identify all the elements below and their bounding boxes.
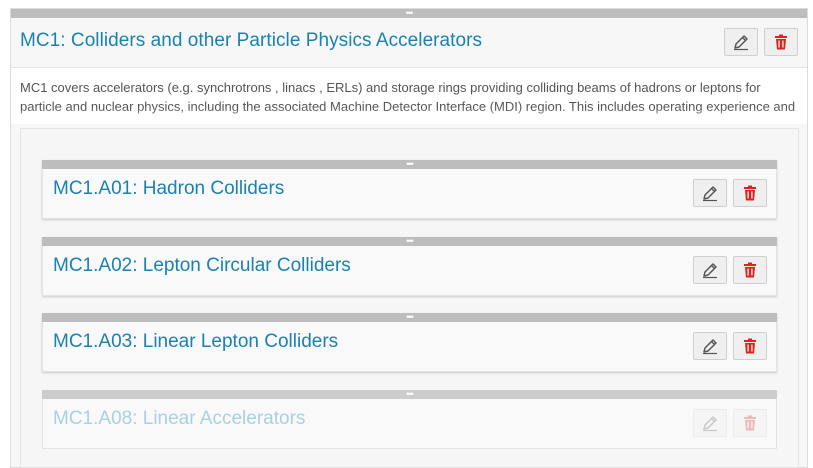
edit-button[interactable] <box>724 28 758 56</box>
edit-button[interactable] <box>693 256 727 284</box>
card-title[interactable]: MC1.A02: Lepton Circular Colliders <box>53 255 351 277</box>
trash-icon <box>775 34 787 50</box>
subsection-card: ••• MC1.A01: Hadron Colliders <box>42 160 777 219</box>
section-panel-mc1: ••• MC1: Colliders and other Particle Ph… <box>10 8 808 468</box>
delete-button[interactable] <box>733 332 767 360</box>
card-header: MC1.A01: Hadron Colliders <box>42 169 777 219</box>
section-description: MC1 covers accelerators (e.g. synchrotro… <box>11 68 807 124</box>
subsection-card-dragging: ••• MC1.A08: Linear Accelerators <box>42 390 777 449</box>
card-title[interactable]: MC1.A03: Linear Lepton Colliders <box>53 331 338 353</box>
trash-icon <box>744 338 756 354</box>
section-header: MC1: Colliders and other Particle Physic… <box>11 18 807 68</box>
delete-button[interactable] <box>733 179 767 207</box>
delete-button[interactable] <box>764 28 798 56</box>
card-header: MC1.A08: Linear Accelerators <box>42 399 777 449</box>
pencil-icon <box>703 186 717 202</box>
card-header: MC1.A02: Lepton Circular Colliders <box>42 246 777 296</box>
delete-button[interactable] <box>733 409 767 437</box>
drag-handle[interactable]: ••• <box>11 9 807 18</box>
drag-handle[interactable]: ••• <box>42 390 777 399</box>
card-title[interactable]: MC1.A01: Hadron Colliders <box>53 178 284 200</box>
trash-icon <box>744 415 756 431</box>
delete-button[interactable] <box>733 256 767 284</box>
edit-button[interactable] <box>693 409 727 437</box>
trash-icon <box>744 185 756 201</box>
card-title[interactable]: MC1.A08: Linear Accelerators <box>53 408 305 430</box>
pencil-icon <box>734 35 748 51</box>
trash-icon <box>744 262 756 278</box>
subsection-list: ••• MC1.A01: Hadron Colliders ••• MC1.A0… <box>20 128 799 468</box>
pencil-icon <box>703 339 717 355</box>
drag-handle[interactable]: ••• <box>42 237 777 246</box>
subsection-card: ••• MC1.A02: Lepton Circular Colliders <box>42 237 777 296</box>
pencil-icon <box>703 416 717 432</box>
pencil-icon <box>703 263 717 279</box>
edit-button[interactable] <box>693 332 727 360</box>
drag-handle[interactable]: ••• <box>42 313 777 322</box>
edit-button[interactable] <box>693 179 727 207</box>
drag-handle[interactable]: ••• <box>42 160 777 169</box>
card-header: MC1.A03: Linear Lepton Colliders <box>42 322 777 372</box>
section-title[interactable]: MC1: Colliders and other Particle Physic… <box>20 30 482 52</box>
description-fade <box>11 108 807 124</box>
subsection-card: ••• MC1.A03: Linear Lepton Colliders <box>42 313 777 372</box>
